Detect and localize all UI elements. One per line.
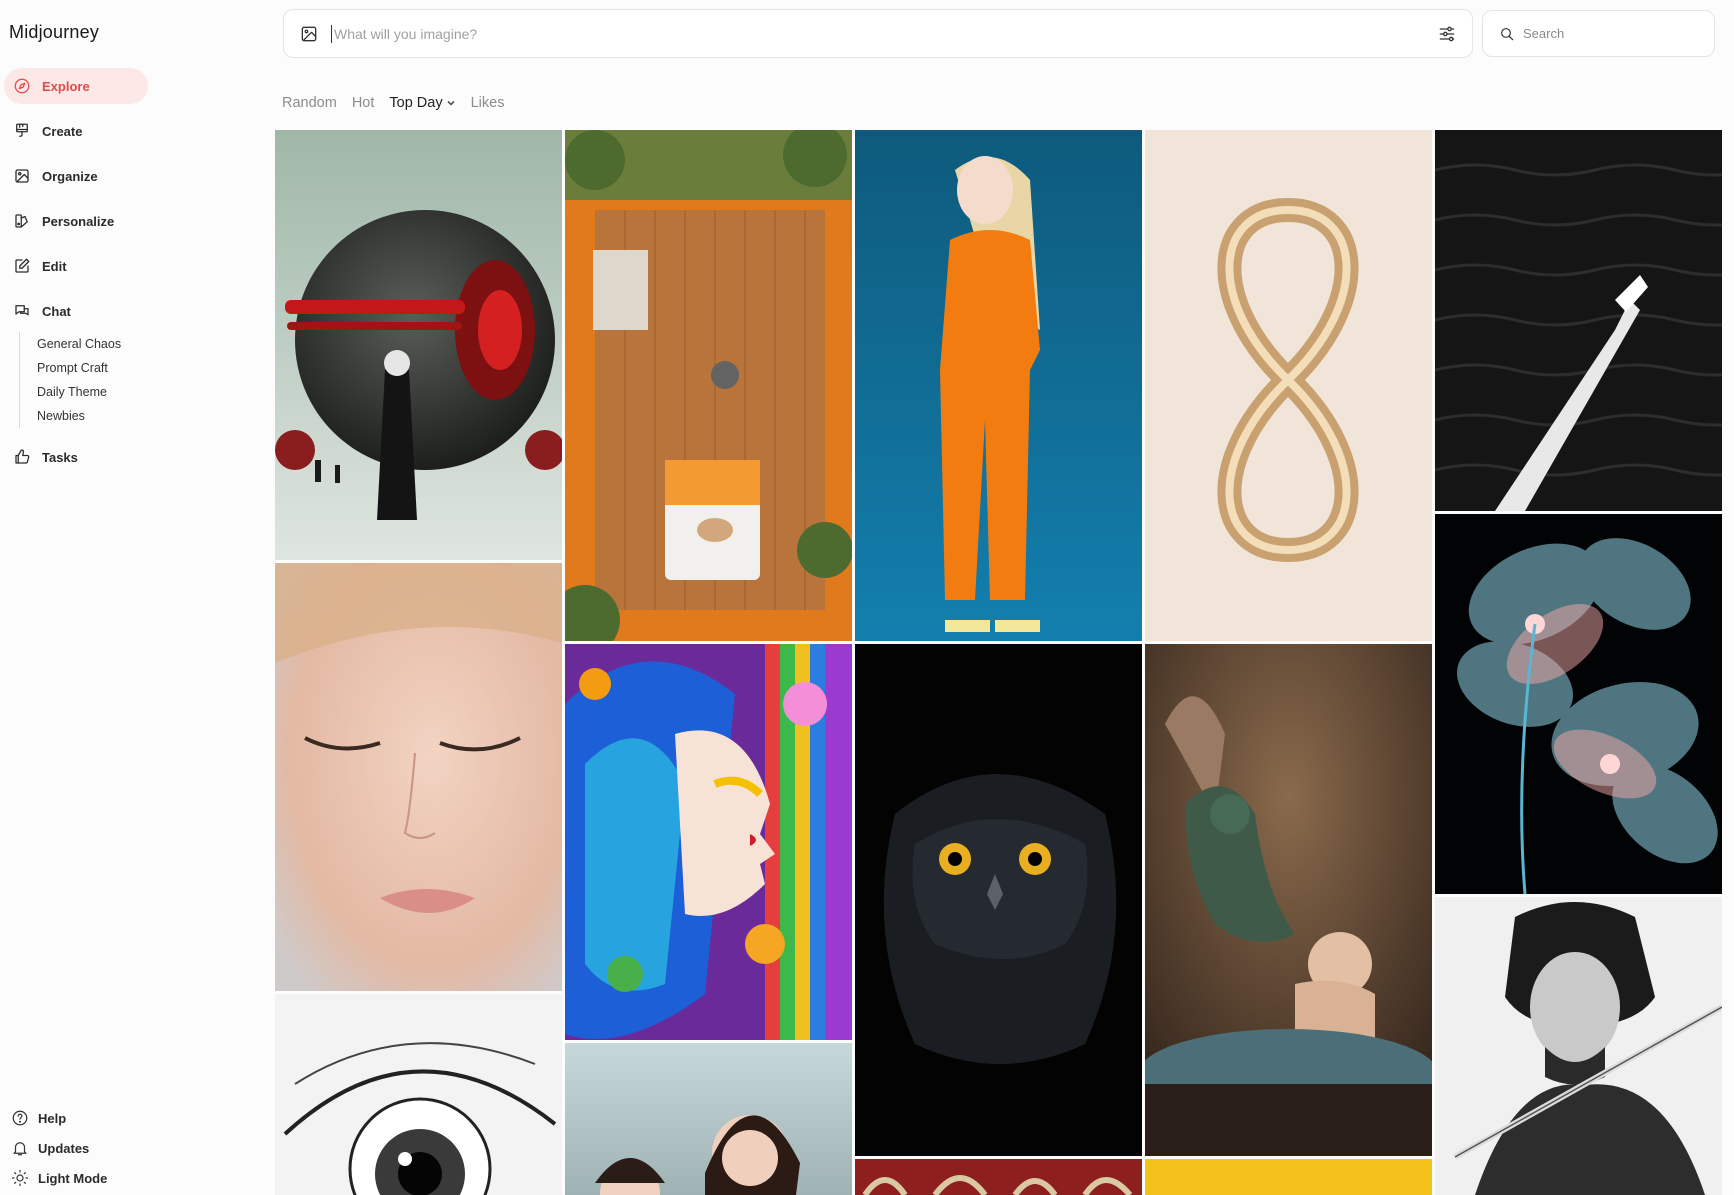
palette-icon [12,211,32,231]
edit-icon [12,256,32,276]
gold-infinity-image[interactable] [1145,130,1432,641]
red-sphere-robot-image[interactable] [275,130,562,560]
updates-label: Updates [38,1140,90,1156]
sidebar-tasks: Tasks [4,439,148,484]
chat-room-prompt-craft[interactable]: Prompt Craft [37,356,121,380]
orange-room-topdown-image[interactable] [565,130,852,641]
paintbrush-icon [12,121,32,141]
search-box [1482,10,1715,57]
sidebar-item-personalize[interactable]: Personalize [4,203,148,239]
help-icon [10,1108,30,1128]
sidebar-nav: Explore Create Organize Personalize Edit [4,68,148,338]
compass-icon [12,76,32,96]
image-icon [12,166,32,186]
red-pattern-image[interactable] [855,1159,1142,1195]
light-mode-toggle[interactable]: Light Mode [10,1163,107,1193]
sidebar: Midjourney Explore Create Organize Perso… [0,0,270,1195]
mosaic-woman-image[interactable] [565,644,852,1040]
boat-wake-image[interactable] [1435,130,1722,511]
tab-hot[interactable]: Hot [352,95,375,111]
help-label: Help [38,1110,67,1126]
feed-tabs: Random Hot Top Day Likes [282,95,519,111]
sidebar-item-label: Explore [42,78,90,94]
image-upload-icon[interactable] [299,24,319,44]
brand-logo[interactable]: Midjourney [9,22,99,43]
sidebar-item-label: Chat [42,303,71,319]
chat-rooms-list: General Chaos Prompt Craft Daily Theme N… [19,332,121,428]
samurai-sketch-image[interactable] [1435,897,1722,1195]
chat-icon [12,301,32,321]
light-mode-label: Light Mode [38,1170,108,1186]
image-gallery [275,130,1725,1195]
sidebar-bottom: Help Updates Light Mode [10,1103,107,1193]
settings-sliders-icon[interactable] [1436,23,1458,45]
sidebar-item-label: Personalize [42,213,115,229]
bell-icon [10,1138,30,1158]
chat-room-newbies[interactable]: Newbies [37,404,121,428]
chat-room-daily-theme[interactable]: Daily Theme [37,380,121,404]
sun-icon [10,1168,30,1188]
sidebar-item-explore[interactable]: Explore [4,68,148,104]
yellow-image[interactable] [1145,1159,1432,1195]
glass-flower-image[interactable] [1435,514,1722,894]
eye-sketch-image[interactable] [275,994,562,1195]
help-link[interactable]: Help [10,1103,107,1133]
woman-face-closeup-image[interactable] [275,563,562,991]
sidebar-item-chat[interactable]: Chat [4,293,148,329]
updates-link[interactable]: Updates [10,1133,107,1163]
sidebar-item-label: Tasks [42,449,78,465]
sidebar-item-label: Edit [42,258,67,274]
search-icon [1499,26,1515,42]
black-owl-image[interactable] [855,644,1142,1156]
tab-likes[interactable]: Likes [471,95,505,111]
thumbs-up-icon [12,447,32,467]
sidebar-item-create[interactable]: Create [4,113,148,149]
sidebar-item-organize[interactable]: Organize [4,158,148,194]
sidebar-item-label: Create [42,123,83,139]
sidebar-item-label: Organize [42,168,98,184]
tab-random[interactable]: Random [282,95,337,111]
baby-dragon-bath-image[interactable] [1145,644,1432,1156]
sidebar-item-edit[interactable]: Edit [4,248,148,284]
mother-daughter-image[interactable] [565,1043,852,1195]
chevron-down-icon [446,98,456,108]
tab-top-day-label: Top Day [389,95,443,111]
tab-top-day[interactable]: Top Day [389,95,455,111]
sidebar-item-tasks[interactable]: Tasks [4,439,148,475]
search-input[interactable] [1523,26,1714,41]
chat-room-general-chaos[interactable]: General Chaos [37,332,121,356]
orange-suit-girl-image[interactable] [855,130,1142,641]
imagine-input[interactable] [331,24,1436,43]
imagine-bar [283,9,1473,58]
